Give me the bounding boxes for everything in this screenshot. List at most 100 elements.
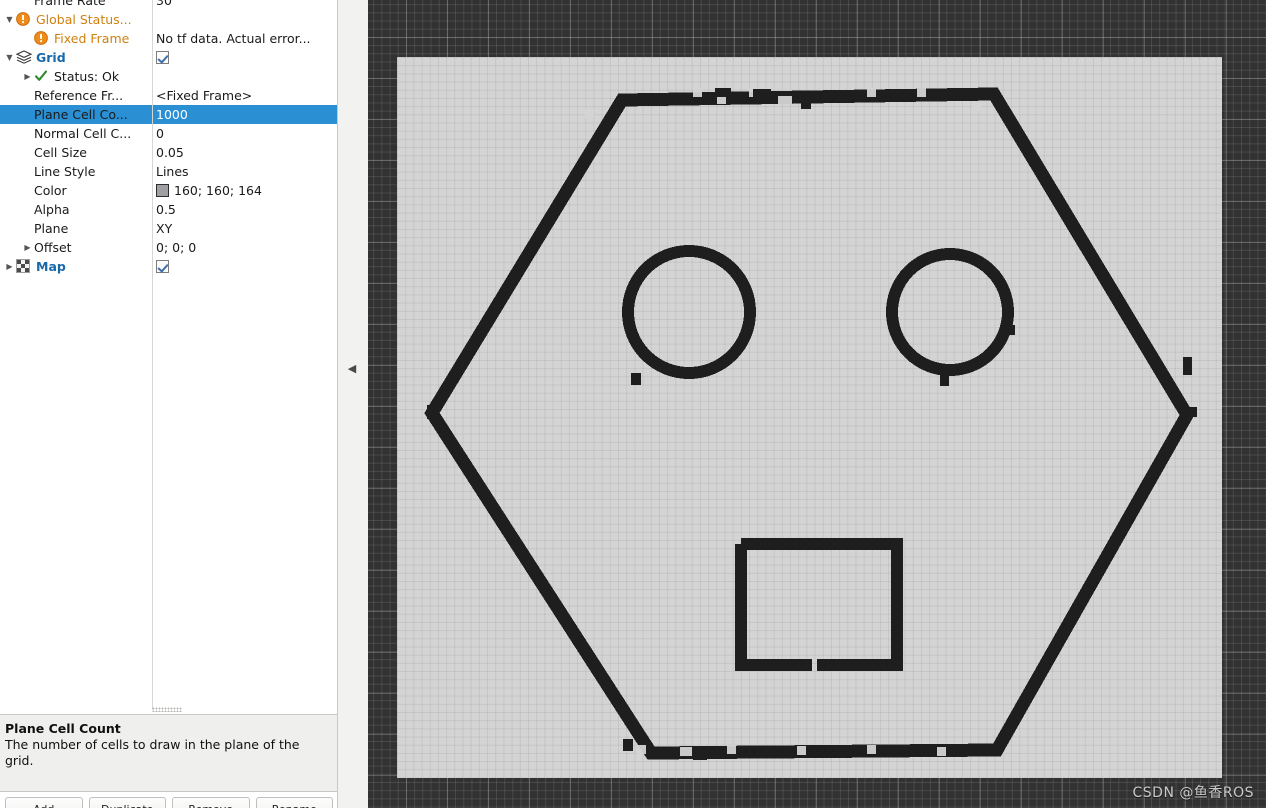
property-label-cell-color: ▶Color — [0, 181, 152, 200]
property-value-cell-plane-cell-count[interactable]: 1000 — [153, 105, 338, 124]
property-value-fixed-frame: No tf data. Actual error... — [156, 31, 311, 46]
displays-tree[interactable]: ▶Frame Rate30▼Global Status...▶Fixed Fra… — [0, 0, 338, 710]
main-splitter[interactable]: ◀ — [338, 0, 368, 808]
property-row-frame-rate[interactable]: ▶Frame Rate30 — [0, 0, 338, 10]
render-view-3d[interactable]: CSDN @鱼香ROS — [368, 0, 1266, 808]
property-row-color[interactable]: ▶Color 160; 160; 164 — [0, 181, 338, 200]
property-value-cell-grid[interactable] — [153, 48, 338, 67]
property-value-cell-map[interactable] — [153, 257, 338, 276]
property-row-plane[interactable]: ▶PlaneXY — [0, 219, 338, 238]
property-name-line-style: Line Style — [34, 164, 95, 179]
map-obstacles-svg — [397, 57, 1222, 778]
property-label-cell-cell-size: ▶Cell Size — [0, 143, 152, 162]
property-value-cell-global-status[interactable] — [153, 10, 338, 29]
property-value-plane: XY — [156, 221, 172, 236]
rename-button[interactable]: Rename — [256, 797, 334, 808]
rviz-window: ▶Frame Rate30▼Global Status...▶Fixed Fra… — [0, 0, 1266, 808]
remove-button[interactable]: Remove — [172, 797, 250, 808]
property-row-grid[interactable]: ▼ Grid — [0, 48, 338, 67]
map-open-square — [741, 544, 897, 667]
property-name-reference-frame: Reference Fr... — [34, 88, 123, 103]
chevron-right-icon[interactable]: ▶ — [22, 67, 33, 86]
warning-icon — [34, 31, 50, 47]
property-name-frame-rate: Frame Rate — [34, 0, 106, 8]
property-value-alpha: 0.5 — [156, 202, 176, 217]
enable-checkbox-grid[interactable] — [156, 51, 169, 64]
property-label-cell-offset: ▶Offset — [0, 238, 152, 257]
map-hexagon-wall — [432, 94, 1187, 753]
property-name-fixed-frame: Fixed Frame — [54, 31, 129, 46]
chevron-right-icon: ▶ — [22, 105, 33, 124]
chevron-right-icon[interactable]: ▶ — [22, 238, 33, 257]
property-row-offset[interactable]: ▶Offset 0; 0; 0 — [0, 238, 338, 257]
property-row-normal-cell-count[interactable]: ▶Normal Cell C...0 — [0, 124, 338, 143]
grid-icon — [16, 50, 32, 66]
property-label-cell-plane-cell-count: ▶Plane Cell Co... — [0, 105, 152, 124]
add-button[interactable]: Add — [5, 797, 83, 808]
property-value-cell-normal-cell-count[interactable]: 0 — [153, 124, 338, 143]
help-body: The number of cells to draw in the plane… — [5, 737, 330, 769]
chevron-right-icon: ▶ — [22, 219, 33, 238]
property-value-cell-plane[interactable]: XY — [153, 219, 338, 238]
property-name-normal-cell-count: Normal Cell C... — [34, 126, 131, 141]
property-row-reference-frame[interactable]: ▶Reference Fr... <Fixed Frame> — [0, 86, 338, 105]
help-title: Plane Cell Count — [5, 721, 330, 737]
property-row-map[interactable]: ▶Map — [0, 257, 338, 276]
property-row-plane-cell-count[interactable]: ▶Plane Cell Co... 1000 — [0, 105, 338, 124]
property-value-cell-frame-rate[interactable]: 30 — [153, 0, 338, 10]
map-circle-left — [628, 251, 750, 373]
property-label-cell-line-style: ▶Line Style — [0, 162, 152, 181]
property-value-plane-cell-count: 1000 — [156, 107, 188, 122]
chevron-down-icon[interactable]: ▼ — [4, 10, 15, 29]
chevron-right-icon: ▶ — [22, 29, 33, 48]
duplicate-button[interactable]: Duplicate — [89, 797, 167, 808]
property-value-cell-alpha[interactable]: 0.5 — [153, 200, 338, 219]
property-value-cell-offset[interactable]: 0; 0; 0 — [153, 238, 338, 257]
watermark-text: CSDN @鱼香ROS — [1133, 782, 1255, 802]
property-row-alpha[interactable]: ▶Alpha 0.5 — [0, 200, 338, 219]
property-name-color: Color — [34, 183, 67, 198]
property-label-cell-alpha: ▶Alpha — [0, 200, 152, 219]
property-name-global-status: Global Status... — [36, 12, 132, 27]
property-row-cell-size[interactable]: ▶Cell Size 0.05 — [0, 143, 338, 162]
property-label-cell-reference-frame: ▶Reference Fr... — [0, 86, 152, 105]
enable-checkbox-map[interactable] — [156, 260, 169, 273]
property-value-cell-fixed-frame[interactable]: No tf data. Actual error... — [153, 29, 338, 48]
property-row-fixed-frame[interactable]: ▶ Fixed Frame No tf data. Actual error... — [0, 29, 338, 48]
chevron-right-icon: ▶ — [22, 181, 33, 200]
chevron-right-icon: ▶ — [22, 162, 33, 181]
property-value-cell-cell-size[interactable]: 0.05 — [153, 143, 338, 162]
chevron-right-icon[interactable]: ▶ — [4, 257, 15, 276]
property-value-cell-color[interactable]: 160; 160; 164 — [153, 181, 338, 200]
property-label-cell-global-status: ▼ Global Status... — [0, 10, 152, 29]
property-name-grid: Grid — [36, 50, 66, 65]
property-value-offset: 0; 0; 0 — [156, 240, 196, 255]
chevron-down-icon[interactable]: ▼ — [4, 48, 15, 67]
map-icon — [16, 259, 32, 275]
property-label-cell-grid-status: ▶ Status: Ok — [0, 67, 152, 86]
color-swatch-color[interactable] — [156, 184, 169, 197]
displays-panel: ▶Frame Rate30▼Global Status...▶Fixed Fra… — [0, 0, 338, 808]
property-value-cell-size: 0.05 — [156, 145, 184, 160]
property-value-line-style: Lines — [156, 164, 189, 179]
chevron-right-icon: ▶ — [22, 124, 33, 143]
property-row-grid-status[interactable]: ▶ Status: Ok — [0, 67, 338, 86]
property-value-cell-grid-status[interactable] — [153, 67, 338, 86]
panel-splitter-grip[interactable] — [152, 707, 182, 712]
property-value-cell-line-style[interactable]: Lines — [153, 162, 338, 181]
property-label-cell-normal-cell-count: ▶Normal Cell C... — [0, 124, 152, 143]
property-label-cell-fixed-frame: ▶ Fixed Frame — [0, 29, 152, 48]
property-row-global-status[interactable]: ▼ Global Status... — [0, 10, 338, 29]
property-name-alpha: Alpha — [34, 202, 70, 217]
property-value-cell-reference-frame[interactable]: <Fixed Frame> — [153, 86, 338, 105]
chevron-right-icon: ▶ — [22, 143, 33, 162]
property-value-color: 160; 160; 164 — [174, 183, 262, 198]
warning-icon — [16, 12, 32, 28]
property-name-grid-status: Status: Ok — [54, 69, 119, 84]
ok-icon — [34, 69, 50, 85]
property-value-reference-frame: <Fixed Frame> — [156, 88, 252, 103]
displays-button-bar: Add Duplicate Remove Rename — [0, 797, 338, 808]
map-circle-right — [892, 254, 1008, 370]
property-row-line-style[interactable]: ▶Line Style Lines — [0, 162, 338, 181]
splitter-collapse-arrow-icon[interactable]: ◀ — [346, 360, 358, 376]
